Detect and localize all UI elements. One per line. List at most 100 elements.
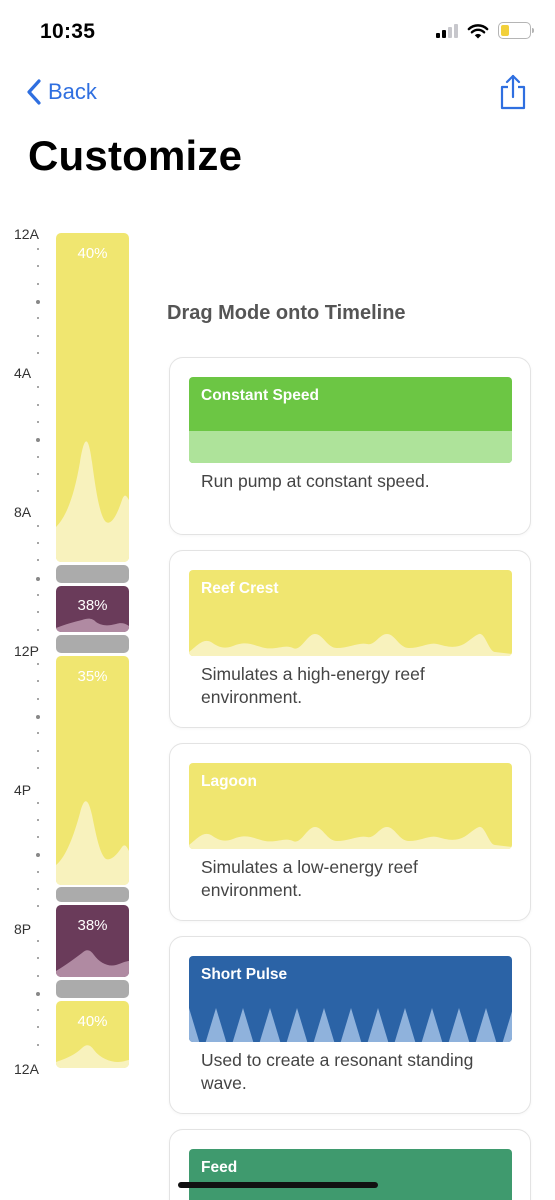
time-label: 4P: [14, 782, 32, 798]
tick-dot: [37, 456, 39, 458]
mode-title: Constant Speed: [201, 387, 319, 404]
tick-dot: [37, 732, 39, 734]
timeline-block-constant[interactable]: [56, 565, 129, 583]
mode-tile: Feed: [189, 1149, 512, 1200]
tick-dot: [37, 421, 39, 423]
mode-title: Reef Crest: [201, 580, 279, 597]
tick-dot: [36, 992, 40, 996]
mode-title: Short Pulse: [201, 966, 288, 983]
tick-dot: [37, 611, 39, 613]
tick-dot: [37, 1026, 39, 1028]
timeline-block-feed[interactable]: 38%: [56, 586, 129, 632]
tick-dot: [37, 871, 39, 873]
time-label: 12A: [14, 1061, 39, 1077]
wave-graphic: [56, 1045, 129, 1068]
timeline-block-constant[interactable]: [56, 635, 129, 653]
mode-card-constant-speed[interactable]: Constant Speed Run pump at constant spee…: [169, 357, 531, 535]
block-percent: 35%: [77, 668, 108, 685]
time-label: 12A: [14, 226, 39, 242]
block-percent: 40%: [77, 1013, 108, 1030]
tick-dot: [37, 802, 39, 804]
wifi-icon: [467, 23, 489, 38]
tick-dot: [37, 317, 39, 319]
home-indicator: [178, 1182, 378, 1188]
time-label: 8P: [14, 921, 32, 937]
tick-dot: [36, 577, 40, 581]
mode-description: Simulates a high-energy reef environment…: [201, 664, 425, 707]
timeline-block-constant[interactable]: [56, 887, 129, 902]
mode-tile: Lagoon: [189, 763, 512, 849]
mode-card-reef-crest[interactable]: Reef Crest Simulates a high-energy reef …: [169, 550, 531, 728]
tick-dot: [37, 629, 39, 631]
tick-dot: [37, 940, 39, 942]
tick-dot: [36, 300, 40, 304]
wave-graphic: [189, 1008, 512, 1042]
wave-graphic: [56, 441, 129, 562]
back-button[interactable]: Back: [26, 78, 97, 106]
tick-dot: [37, 680, 39, 682]
tick-dot: [37, 888, 39, 890]
wave-graphic: [56, 618, 129, 632]
tick-dot: [37, 663, 39, 665]
page-title: Customize: [28, 132, 243, 179]
tick-dot: [37, 698, 39, 700]
status-time: 10:35: [40, 20, 96, 43]
mode-description: Run pump at constant speed.: [201, 471, 430, 491]
tick-dot: [37, 335, 39, 337]
mode-card-lagoon[interactable]: Lagoon Simulates a low-energy reef envir…: [169, 743, 531, 921]
tick-dot: [37, 1044, 39, 1046]
tick-dot: [36, 715, 40, 719]
mode-tile: Constant Speed: [189, 377, 512, 463]
mode-card-feed[interactable]: Feed: [169, 1129, 531, 1200]
timeline-block-reef-crest[interactable]: 40%: [56, 1001, 129, 1068]
mode-tile: Short Pulse: [189, 956, 512, 1042]
mode-title: Lagoon: [201, 773, 257, 790]
tick-dot: [37, 265, 39, 267]
tick-dot: [36, 853, 40, 857]
timeline-block-reef-crest[interactable]: 40%: [56, 233, 129, 562]
tick-dot: [37, 1009, 39, 1011]
tick-dot: [37, 542, 39, 544]
tick-dot: [37, 283, 39, 285]
tick-dot: [37, 248, 39, 250]
tick-dot: [37, 352, 39, 354]
time-label: 12P: [14, 643, 39, 659]
tick-dot: [37, 594, 39, 596]
cellular-signal-icon: [436, 23, 458, 38]
time-label: 8A: [14, 504, 32, 520]
tick-dot: [36, 438, 40, 442]
wave-graphic: [189, 431, 512, 463]
tick-dot: [37, 386, 39, 388]
share-button[interactable]: [499, 74, 527, 115]
tick-dot: [37, 559, 39, 561]
block-percent: 38%: [77, 917, 108, 934]
wave-graphic: [56, 950, 129, 977]
block-percent: 38%: [77, 597, 108, 614]
tick-dot: [37, 473, 39, 475]
mode-tile: Reef Crest: [189, 570, 512, 656]
chevron-left-icon: [27, 79, 41, 105]
time-label: 4A: [14, 365, 32, 381]
tick-dot: [37, 836, 39, 838]
tick-dot: [37, 905, 39, 907]
share-icon: [500, 74, 526, 110]
mode-description: Simulates a low-energy reef environment.: [201, 857, 418, 900]
tick-dot: [37, 490, 39, 492]
tick-dot: [37, 767, 39, 769]
status-icons: [436, 22, 534, 39]
mode-card-short-pulse[interactable]: Short Pulse Used to create a resonant st…: [169, 936, 531, 1114]
mode-description: Used to create a resonant standing wave.: [201, 1050, 474, 1093]
tick-dot: [37, 404, 39, 406]
section-heading: Drag Mode onto Timeline: [167, 302, 406, 324]
block-percent: 40%: [77, 245, 108, 262]
tick-dot: [37, 975, 39, 977]
wave-graphic: [189, 826, 512, 849]
back-label: Back: [48, 79, 97, 104]
tick-dot: [37, 819, 39, 821]
wave-graphic: [189, 633, 512, 656]
tick-dot: [37, 525, 39, 527]
timeline-block-feed[interactable]: 38%: [56, 905, 129, 977]
timeline-block-reef-crest[interactable]: 35%: [56, 656, 129, 885]
timeline-block-constant[interactable]: [56, 980, 129, 998]
tick-dot: [37, 750, 39, 752]
